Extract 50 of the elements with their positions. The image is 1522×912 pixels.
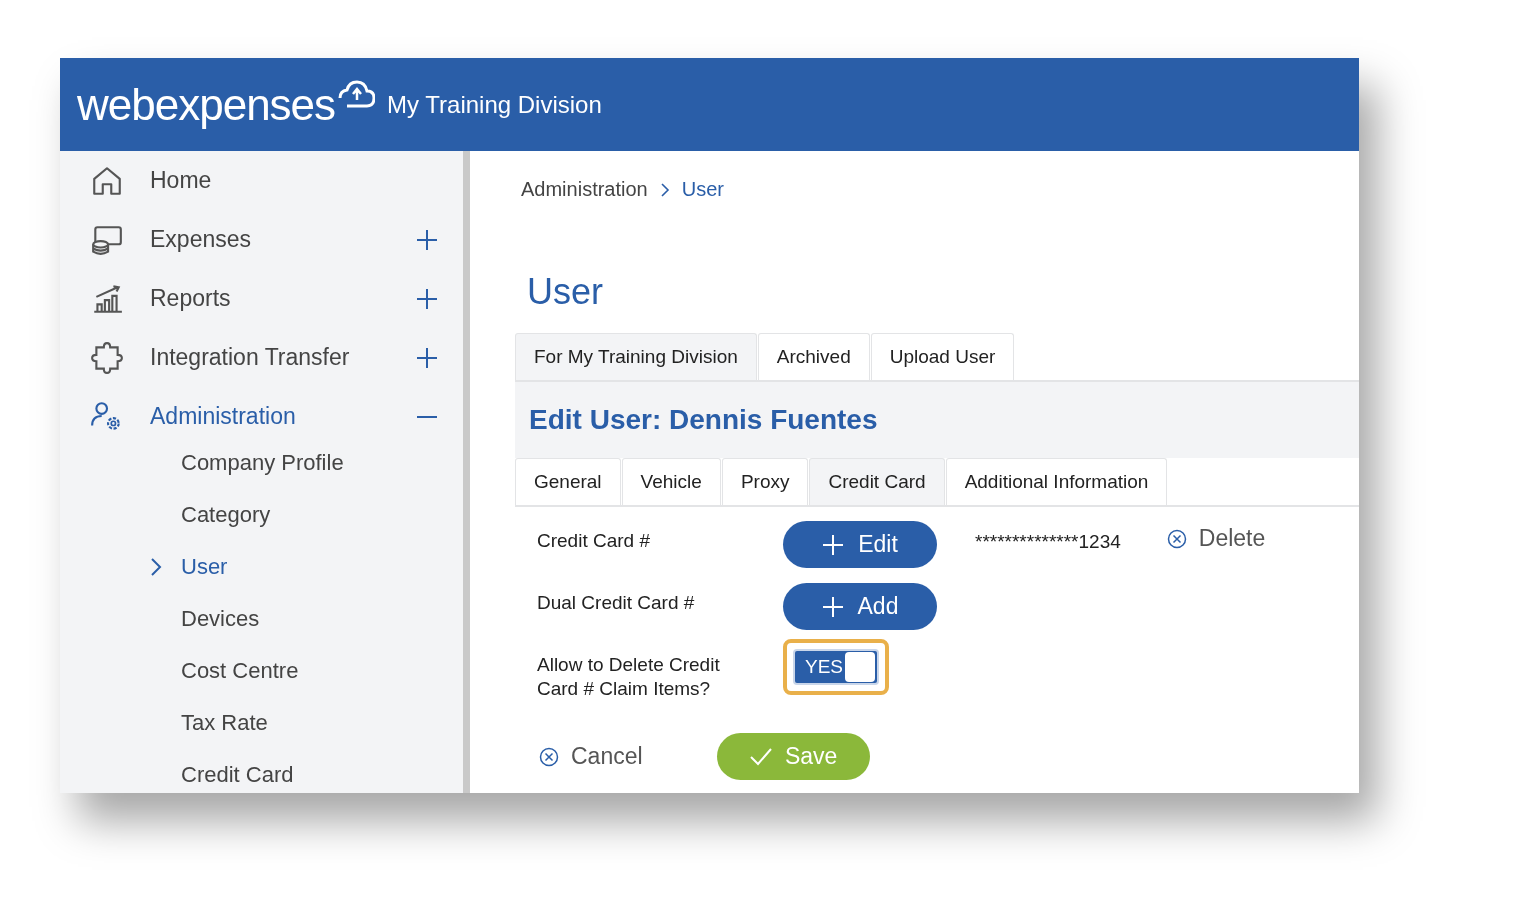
add-button[interactable]: Add	[783, 583, 937, 630]
page-title: User	[527, 271, 604, 313]
sidebar-label: Expenses	[150, 226, 252, 253]
toggle-switch[interactable]: YES	[793, 649, 879, 685]
edit-button[interactable]: Edit	[783, 521, 937, 568]
logo: webexpenses	[77, 79, 336, 130]
breadcrumb-link[interactable]: User	[681, 178, 724, 201]
field-label: Credit Card #	[537, 529, 651, 553]
sidebar-item[interactable]: Reports	[60, 269, 463, 328]
chevron-icon	[659, 181, 670, 198]
submenu-item[interactable]: Devices	[181, 606, 260, 632]
panel-title: Edit User: Dennis Fuentes	[515, 382, 1359, 458]
delete-button[interactable]: Delete	[1160, 521, 1272, 553]
sidebar-label: Administration	[150, 403, 297, 430]
submenu-item[interactable]: User	[181, 554, 228, 580]
submenu-item[interactable]: Tax Rate	[181, 710, 268, 736]
breadcrumb-link[interactable]: Administration	[521, 178, 648, 201]
sidebar-item[interactable]: Expenses	[60, 210, 463, 269]
sidebar-item[interactable]: Integration Transfer	[60, 328, 463, 387]
cancel-icon	[1166, 528, 1187, 549]
tab[interactable]: Archived	[757, 333, 870, 380]
submenu-item[interactable]: Category	[181, 502, 271, 528]
cancel-button[interactable]: Cancel	[539, 743, 643, 770]
expand-icon[interactable]	[415, 286, 439, 311]
expand-icon[interactable]	[415, 345, 439, 370]
plus-icon	[822, 533, 845, 556]
tab[interactable]: Vehicle	[621, 458, 721, 505]
expand-icon[interactable]	[415, 227, 439, 252]
field-label: Dual Credit Card #	[537, 591, 696, 615]
tab[interactable]: Proxy	[721, 458, 809, 505]
plus-icon	[821, 595, 844, 618]
sidebar-item[interactable]: Administration	[60, 387, 463, 446]
puzzle-icon	[90, 340, 124, 375]
field-label: Allow to Delete Credit Card # Claim Items?	[537, 653, 721, 701]
tab[interactable]: Credit Card	[809, 458, 945, 505]
division-name: My Training Division	[387, 90, 602, 119]
submenu-item[interactable]: Credit Card	[181, 762, 294, 788]
tab[interactable]: For My Training Division	[515, 333, 757, 380]
tab[interactable]: Additional Information	[945, 458, 1168, 505]
submenu-item[interactable]: Company Profile	[181, 450, 344, 476]
sidebar-label: Home	[150, 167, 213, 194]
cancel-icon	[539, 746, 559, 767]
sidebar-label: Integration Transfer	[150, 344, 351, 371]
sidebar-item[interactable]: Home	[60, 151, 463, 210]
chevron-icon	[148, 557, 164, 577]
submenu-item[interactable]: Cost Centre	[181, 658, 299, 684]
card-number: **************1234	[975, 530, 1121, 553]
sidebar-label: Reports	[150, 285, 232, 312]
tab[interactable]: Upload User	[870, 333, 1015, 380]
tab[interactable]: General	[515, 458, 621, 505]
